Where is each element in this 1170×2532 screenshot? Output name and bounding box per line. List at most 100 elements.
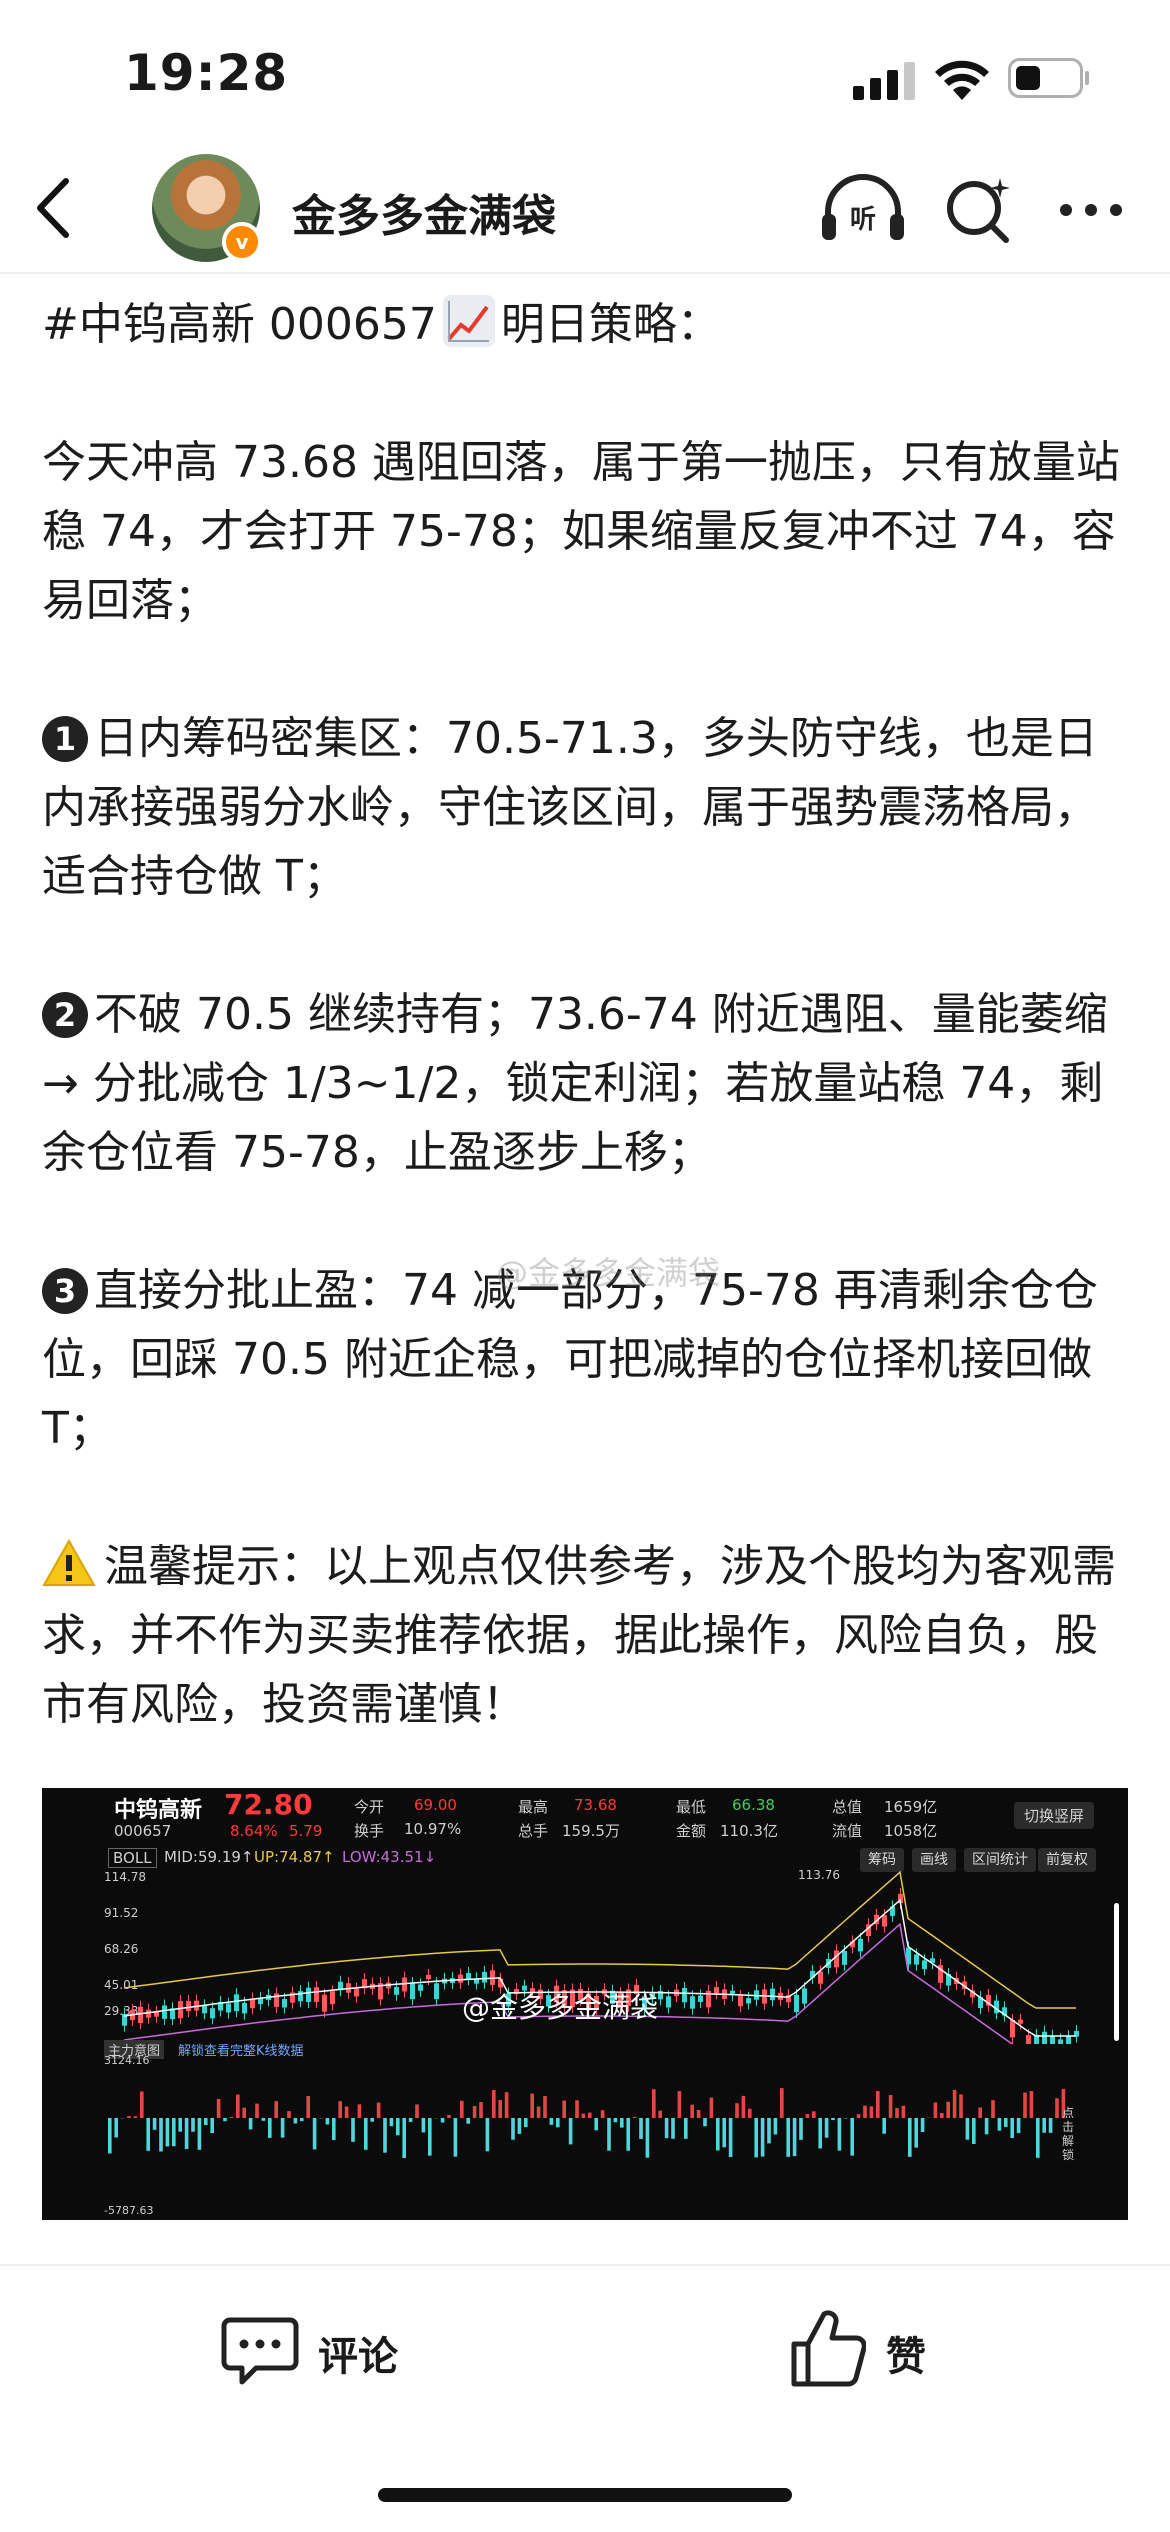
- field-label: 流值: [832, 1822, 863, 1840]
- flow-bar: [1036, 2118, 1040, 2158]
- post-title-line: #中钨高新 000657 明日策略：: [42, 290, 1132, 359]
- flow-bar: [236, 2094, 240, 2118]
- thumbs-up-icon[interactable]: [790, 2308, 866, 2388]
- flow-bar: [1055, 2098, 1059, 2118]
- verified-badge: v: [222, 222, 262, 262]
- chart-scrollbar[interactable]: [1114, 1903, 1119, 2041]
- flow-bar: [1023, 2092, 1027, 2118]
- status-time: 19:28: [124, 44, 289, 102]
- switch-orientation-button[interactable]: 切换竖屏: [1014, 1802, 1095, 1829]
- candle: [714, 1987, 719, 1994]
- flow-bar: [888, 2095, 893, 2118]
- flow-bar: [972, 2118, 976, 2144]
- flow-bar: [543, 2095, 547, 2118]
- flow-bar: [824, 2118, 829, 2138]
- flow-bar: [216, 2098, 221, 2118]
- candle: [1058, 2039, 1063, 2044]
- comment-button[interactable]: 评论: [318, 2324, 398, 2382]
- field-value: 159.5万: [562, 1822, 620, 1840]
- listen-headphones-icon[interactable]: 听: [820, 172, 906, 246]
- flow-bar: [197, 2118, 202, 2150]
- candle: [1010, 2019, 1015, 2038]
- unlock-kline-link[interactable]: 解锁查看完整K线数据: [178, 2040, 304, 2059]
- flow-bar: [997, 2118, 1002, 2131]
- flow-bar: [767, 2118, 771, 2144]
- comment-icon[interactable]: [220, 2314, 300, 2386]
- flow-bar: [812, 2111, 816, 2118]
- flow-bar: [460, 2100, 464, 2118]
- flow-bar: [818, 2118, 822, 2149]
- flow-bar: [869, 2106, 874, 2118]
- flow-bar: [1029, 2091, 1034, 2118]
- field-label: 换手: [354, 1822, 385, 1840]
- stock-name: 中钨高新: [114, 1798, 203, 1823]
- account-name[interactable]: 金多多金满袋: [292, 180, 556, 244]
- flow-bar: [952, 2089, 957, 2118]
- flow-bar: [760, 2118, 765, 2157]
- flow-bar: [492, 2090, 496, 2118]
- candle: [354, 1988, 359, 1997]
- flow-bar: [933, 2102, 938, 2118]
- flow-bar: [472, 2105, 477, 2118]
- flow-bar: [959, 2094, 963, 2118]
- candle: [1066, 2036, 1071, 2044]
- candle: [794, 1994, 799, 2013]
- flow-bar: [664, 2118, 669, 2139]
- field-value: 66.38: [732, 1796, 775, 1814]
- flow-bar: [588, 2112, 592, 2118]
- flow-bar: [831, 2118, 835, 2121]
- flow-bar: [703, 2118, 707, 2127]
- flow-bar: [1048, 2118, 1053, 2133]
- flow-bar: [1010, 2118, 1014, 2139]
- unlock-side-button[interactable]: 点击解锁: [1062, 2106, 1082, 2162]
- candle: [690, 1996, 695, 2009]
- search-icon[interactable]: [944, 172, 1014, 246]
- flow-bar: [415, 2104, 419, 2118]
- flow-bar: [389, 2118, 394, 2127]
- flow-bar: [920, 2118, 925, 2132]
- flow-bar: [332, 2118, 336, 2141]
- post-header: v 金多多金满袋 听: [0, 150, 1170, 274]
- cellular-signal-icon: [853, 62, 915, 100]
- flow-bar: [895, 2108, 899, 2118]
- status-bar: 19:28: [0, 0, 1170, 150]
- candle: [1042, 2031, 1047, 2044]
- more-options-icon[interactable]: [1056, 200, 1126, 220]
- flow-bar: [568, 2118, 573, 2145]
- candle: [1026, 2035, 1031, 2044]
- candle: [1050, 2035, 1055, 2044]
- like-button[interactable]: 赞: [886, 2324, 926, 2382]
- flow-bar: [357, 2104, 362, 2118]
- flow-bar: [690, 2104, 694, 2118]
- candle: [914, 1954, 919, 1965]
- flow-bar: [549, 2118, 554, 2125]
- candle: [234, 1994, 239, 2012]
- post-hashtag[interactable]: #中钨高新 000657: [42, 299, 437, 350]
- flow-bar: [716, 2118, 720, 2151]
- flow-bar: [498, 2100, 502, 2118]
- flow-bar: [607, 2118, 611, 2151]
- flow-bar: [639, 2118, 643, 2139]
- flow-bar: [575, 2100, 579, 2118]
- flow-bar: [1004, 2118, 1008, 2127]
- field-label: 最高: [518, 1798, 549, 1816]
- number-1-icon: 1: [42, 716, 88, 762]
- candle: [242, 2002, 247, 2014]
- stock-price: 72.80: [224, 1788, 313, 1821]
- candle: [858, 1938, 863, 1952]
- candle: [202, 2005, 207, 2014]
- flow-bar: [581, 2113, 586, 2118]
- flow-bar: [863, 2105, 867, 2118]
- field-label: 金额: [676, 1822, 707, 1840]
- flow-bar: [364, 2118, 368, 2150]
- back-arrow-icon[interactable]: [30, 175, 80, 241]
- flow-bar: [408, 2118, 413, 2122]
- flow-bar: [280, 2118, 285, 2138]
- post-paragraph-5: 温馨提示：以上观点仅供参考，涉及个股均为客观需求，并不作为买卖推荐依据，据此操作…: [42, 1532, 1132, 1739]
- bottom-action-bar: 评论 赞: [0, 2264, 1170, 2532]
- flow-bar: [370, 2118, 374, 2122]
- stock-chart-image[interactable]: 中钨高新 72.80 000657 8.64% 5.79 今开 69.00 换手…: [42, 1788, 1128, 2220]
- flow-bar: [210, 2118, 214, 2134]
- flow-bar: [338, 2101, 342, 2118]
- flow-bar: [536, 2106, 541, 2118]
